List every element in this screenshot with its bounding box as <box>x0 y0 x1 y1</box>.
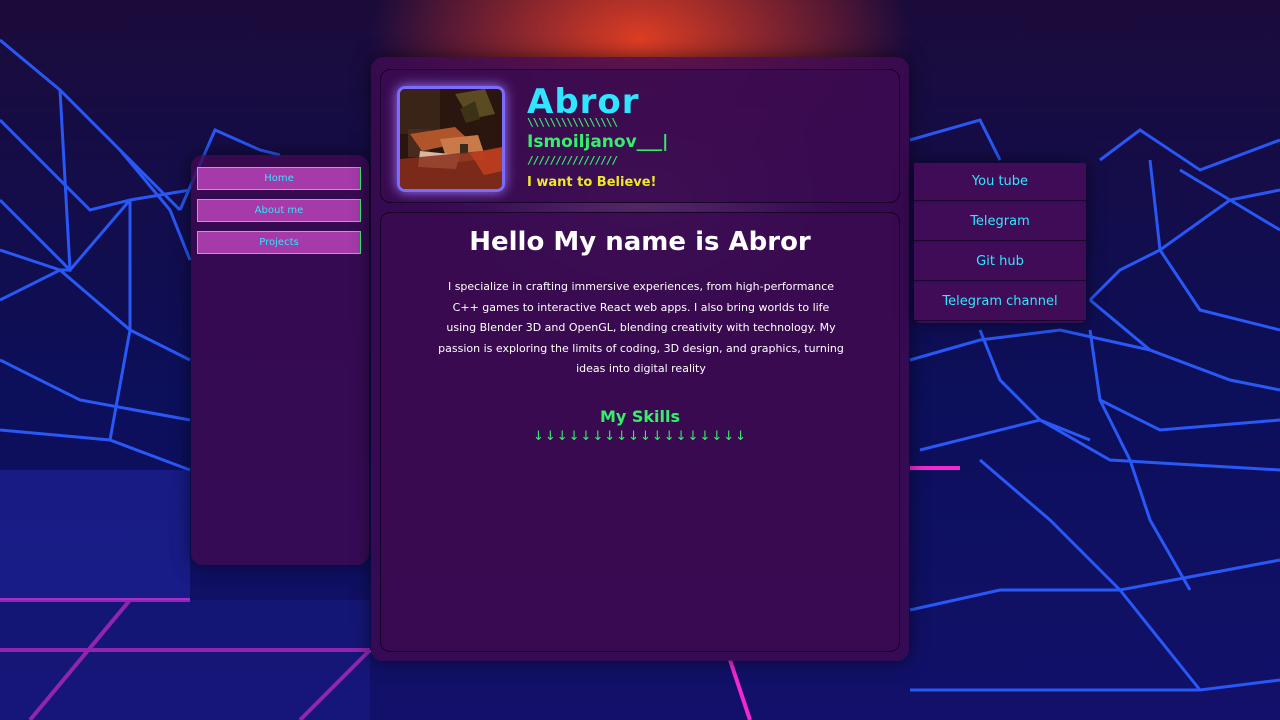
profile-surname: Ismoiljanov___| <box>527 132 669 152</box>
about-section: Hello My name is Abror I specialize in c… <box>380 212 900 652</box>
profile-motto: I want to Believe! <box>527 175 657 190</box>
about-bio-text: I specialize in crafting immersive exper… <box>438 280 844 375</box>
decorative-slashes: //////////////// <box>527 154 618 167</box>
profile-header: Abror \\\\\\\\\\\\\\\\ Ismoiljanov___| /… <box>380 69 900 203</box>
main-panel: Abror \\\\\\\\\\\\\\\\ Ismoiljanov___| /… <box>371 57 909 661</box>
skills-down-arrows: ↓↓↓↓↓↓↓↓↓↓↓↓↓↓↓↓↓↓ <box>532 429 748 444</box>
avatar-scene-image <box>400 89 502 189</box>
skills-title: My Skills <box>599 407 681 426</box>
nav-home-button[interactable]: Home <box>197 167 361 190</box>
avatar <box>397 86 505 192</box>
link-telegram-button[interactable]: Telegram <box>914 203 1086 241</box>
right-links-panel: You tube Telegram Git hub Telegram chann… <box>914 163 1086 323</box>
link-youtube-button[interactable]: You tube <box>914 163 1086 201</box>
link-telegram-channel-button[interactable]: Telegram channel <box>914 283 1086 321</box>
about-heading: Hello My name is Abror <box>469 227 811 257</box>
nav-about-me-button[interactable]: About me <box>197 199 361 222</box>
left-nav-panel: Home About me Projects <box>191 155 369 565</box>
nav-projects-button[interactable]: Projects <box>197 231 361 254</box>
link-github-button[interactable]: Git hub <box>914 243 1086 281</box>
decorative-backslashes: \\\\\\\\\\\\\\\\ <box>527 116 618 129</box>
